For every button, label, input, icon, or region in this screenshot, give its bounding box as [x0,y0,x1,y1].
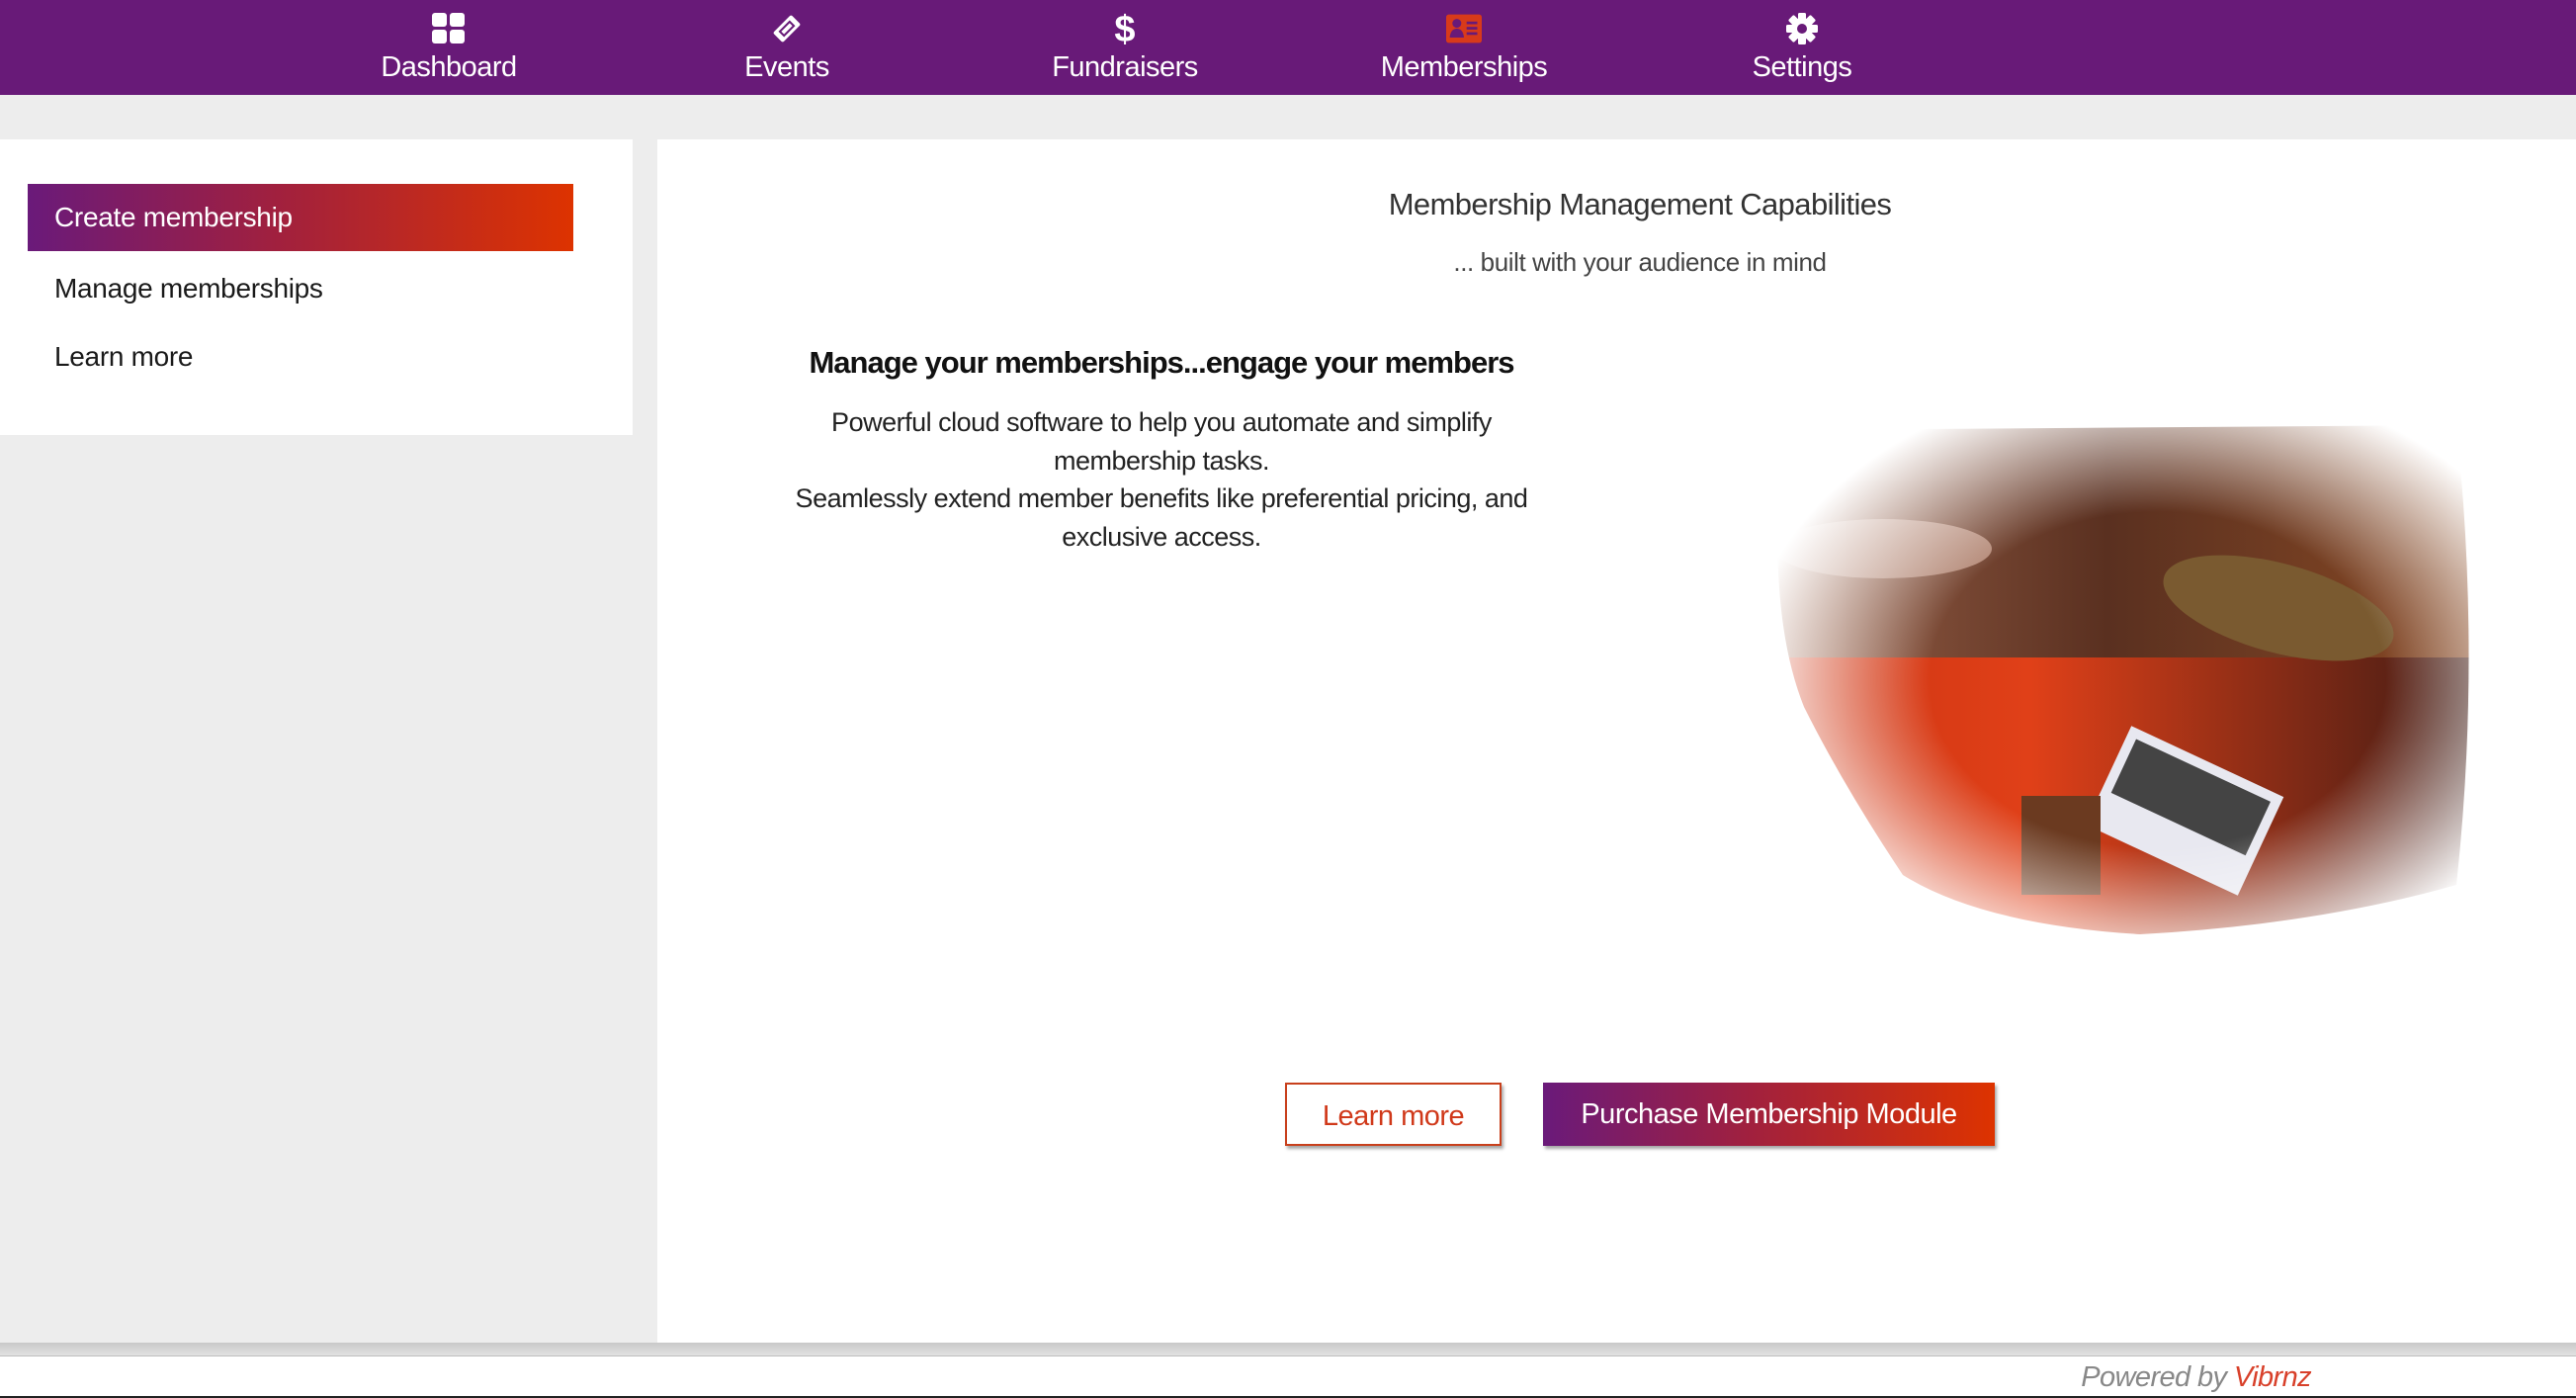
nav-label: Events [744,51,829,83]
powered-by-label: Powered by [2081,1361,2227,1393]
brand-link[interactable]: Vibrnz [2234,1361,2312,1393]
sidebar: Create membership Manage memberships Lea… [0,139,633,435]
dashboard-grid-icon [431,12,467,45]
nav-item-settings[interactable]: Settings [1683,0,1921,95]
sidebar-item-learn-more[interactable]: Learn more [28,323,573,391]
page-title: Membership Management Capabilities [1388,187,1892,221]
svg-text:$: $ [1114,10,1135,47]
gear-icon [1784,12,1820,45]
top-nav: Dashboard Events $ Fundraisers Membershi… [0,0,2576,95]
nav-label: Dashboard [381,51,517,83]
footer-divider [0,1343,2576,1356]
feature-line: Powerful cloud software to help you auto… [831,407,1492,437]
dollar-icon: $ [1107,10,1143,47]
id-card-icon [1446,12,1482,45]
sidebar-item-create-membership[interactable]: Create membership [28,184,573,251]
page-subtitle: ... built with your audience in mind [1453,247,1827,277]
sidebar-item-label: Create membership [54,202,293,232]
nav-item-events[interactable]: Events [668,0,905,95]
hero-collage-graphic [1725,410,2489,945]
nav-item-fundraisers[interactable]: $ Fundraisers [1006,0,1244,95]
nav-label: Memberships [1380,51,1548,83]
ticket-icon [769,12,805,45]
feature-line: exclusive access. [1062,521,1261,552]
nav-item-memberships[interactable]: Memberships [1345,0,1583,95]
powered-by: Powered by Vibrnz [2081,1361,2311,1394]
sidebar-item-label: Learn more [54,341,194,372]
sidebar-item-manage-memberships[interactable]: Manage memberships [28,255,573,322]
feature-heading: Manage your memberships...engage your me… [809,345,1514,380]
hero-image [1725,410,2489,945]
learn-more-button[interactable]: Learn more [1285,1083,1502,1146]
nav-label: Fundraisers [1052,51,1198,83]
feature-line: membership tasks. [1053,445,1270,476]
nav-label: Settings [1752,51,1852,83]
purchase-membership-module-button[interactable]: Purchase Membership Module [1543,1083,1995,1146]
feature-line: Seamlessly extend member benefits like p… [795,483,1528,513]
sidebar-item-label: Manage memberships [54,273,323,304]
feature-description: Powerful cloud software to help you auto… [796,403,1528,556]
nav-item-dashboard[interactable]: Dashboard [330,0,567,95]
